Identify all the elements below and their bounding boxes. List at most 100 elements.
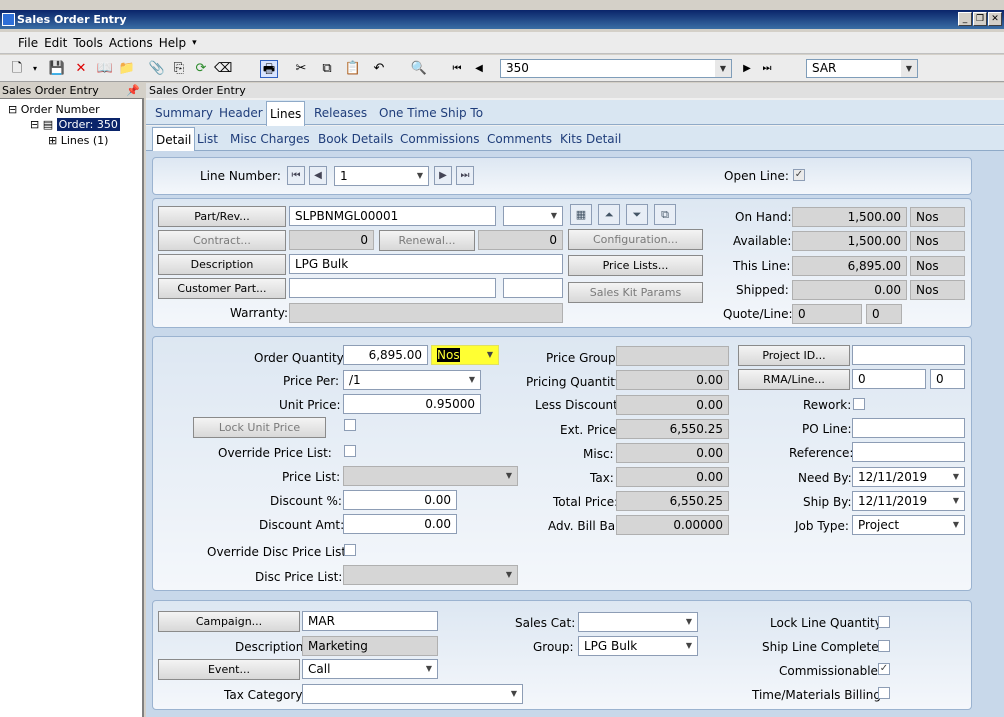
last-line-icon[interactable]: ⏭ — [456, 166, 474, 185]
next-record-icon[interactable]: ▶ — [738, 60, 756, 78]
tab-summary[interactable]: Summary — [155, 101, 213, 125]
tree-node-order[interactable]: ⊟ ▤ Order: 350 — [30, 118, 120, 131]
chevron-down-icon[interactable]: ▼ — [502, 567, 516, 583]
upload-icon[interactable]: ⏶ — [598, 204, 620, 225]
customer-part-field[interactable] — [289, 278, 496, 298]
tab-commissions[interactable]: Commissions — [400, 127, 479, 151]
next-line-icon[interactable]: ▶ — [434, 166, 452, 185]
project-id-button[interactable]: Project ID... — [738, 345, 850, 366]
price-per-combo[interactable]: /1 ▼ — [343, 370, 481, 390]
tab-one-time-ship-to[interactable]: One Time Ship To — [379, 101, 483, 125]
customer-part-button[interactable]: Customer Part... — [158, 278, 286, 299]
prev-record-icon[interactable]: ◀ — [470, 60, 488, 78]
price-lists-button[interactable]: Price Lists... — [568, 255, 703, 276]
download-icon[interactable]: ⏷ — [626, 204, 648, 225]
menu-actions[interactable]: Actions — [109, 36, 153, 50]
folder-icon[interactable]: 📁 — [118, 60, 136, 78]
group-combo[interactable]: LPG Bulk ▼ — [578, 636, 698, 656]
renewal-button[interactable]: Renewal... — [379, 230, 475, 251]
tab-releases[interactable]: Releases — [314, 101, 367, 125]
lock-line-quantity-checkbox[interactable] — [878, 616, 890, 628]
project-id-field[interactable] — [852, 345, 965, 365]
menu-file[interactable]: File — [18, 36, 38, 50]
prev-line-icon[interactable]: ◀ — [309, 166, 327, 185]
contract-button[interactable]: Contract... — [158, 230, 286, 251]
tab-misc-charges[interactable]: Misc Charges — [230, 127, 310, 151]
binoculars-icon[interactable]: 🔍 — [410, 60, 428, 78]
description-button[interactable]: Description — [158, 254, 286, 275]
commissionable-checkbox[interactable]: ✓ — [878, 663, 890, 675]
sales-cat-combo[interactable]: ▼ — [578, 612, 698, 632]
chevron-down-icon[interactable]: ▼ — [949, 517, 963, 533]
delete-icon[interactable]: ✕ — [72, 60, 90, 78]
warranty-field[interactable] — [289, 303, 563, 323]
cut-icon[interactable]: ✂ — [292, 60, 310, 78]
po-line-field[interactable] — [852, 418, 965, 438]
copy-icon[interactable]: ⧉ — [318, 60, 336, 78]
restore-button[interactable]: ❐ — [973, 12, 987, 26]
lock-unit-price-checkbox[interactable] — [344, 419, 356, 431]
first-record-icon[interactable]: ⏮ — [448, 60, 466, 78]
rma-field[interactable]: 0 — [852, 369, 926, 389]
tab-header[interactable]: Header — [219, 101, 263, 125]
copy-doc-icon[interactable]: ⎘ — [170, 60, 188, 78]
undo-icon[interactable]: ↶ — [370, 60, 388, 78]
print-icon[interactable]: 🖶 — [260, 60, 278, 78]
last-record-icon[interactable]: ⏭ — [758, 60, 776, 78]
customer-part-rev-field[interactable] — [503, 278, 563, 298]
tab-list[interactable]: List — [197, 127, 218, 151]
first-line-icon[interactable]: ⏮ — [287, 166, 305, 185]
refresh-icon[interactable]: ⟳ — [192, 60, 210, 78]
tab-lines[interactable]: Lines — [266, 101, 306, 126]
lock-unit-price-button[interactable]: Lock Unit Price — [193, 417, 326, 438]
book-icon[interactable]: 📖 — [96, 60, 114, 78]
chevron-down-icon[interactable]: ▼ — [949, 493, 963, 509]
menu-tools[interactable]: Tools — [73, 36, 103, 50]
tab-book-details[interactable]: Book Details — [318, 127, 393, 151]
menu-overflow-icon[interactable]: ▾ — [192, 38, 197, 48]
tab-kits-detail[interactable]: Kits Detail — [560, 127, 621, 151]
chevron-down-icon[interactable]: ▼ — [465, 372, 479, 388]
part-rev-button[interactable]: Part/Rev... — [158, 206, 286, 227]
tab-comments[interactable]: Comments — [487, 127, 552, 151]
tree-node-lines[interactable]: ⊞ Lines (1) — [48, 134, 108, 147]
chevron-down-icon[interactable]: ▼ — [483, 347, 497, 363]
order-quantity-field[interactable]: 6,895.00 — [343, 345, 428, 365]
chevron-down-icon[interactable]: ▼ — [507, 686, 521, 702]
part-number-field[interactable]: SLPBNMGL00001 — [289, 206, 496, 226]
minimize-button[interactable]: _ — [958, 12, 972, 26]
paste-icon[interactable]: 📋 — [344, 60, 362, 78]
reference-field[interactable] — [852, 442, 965, 462]
chevron-down-icon[interactable]: ▼ — [949, 469, 963, 485]
new-icon[interactable]: 🗋 — [8, 60, 26, 78]
need-by-field[interactable]: 12/11/2019 ▼ — [852, 467, 965, 487]
price-list-combo[interactable]: ▼ — [343, 466, 518, 486]
configuration-button[interactable]: Configuration... — [568, 229, 703, 250]
override-price-list-checkbox[interactable] — [344, 445, 356, 457]
pin-icon[interactable]: 📌 — [126, 83, 140, 99]
chevron-down-icon[interactable]: ▼ — [422, 661, 436, 677]
time-materials-billing-checkbox[interactable] — [878, 687, 890, 699]
tree-root-order-number[interactable]: ⊟ Order Number — [8, 103, 100, 116]
chevron-down-icon[interactable]: ▼ — [413, 168, 427, 184]
eraser-icon[interactable]: ⌫ — [214, 60, 232, 78]
chevron-down-icon[interactable]: ▼ — [547, 208, 561, 224]
menu-help[interactable]: Help — [159, 36, 186, 50]
contract-field[interactable]: 0 — [289, 230, 374, 250]
chevron-down-icon[interactable]: ▼ — [901, 60, 917, 77]
tab-detail[interactable]: Detail — [152, 127, 196, 152]
campaign-field[interactable]: MAR — [302, 611, 438, 631]
rma-line-button[interactable]: RMA/Line... — [738, 369, 850, 390]
override-disc-price-list-checkbox[interactable] — [344, 544, 356, 556]
chevron-down-icon[interactable]: ▼ — [682, 614, 696, 630]
attach-icon[interactable]: 📎 — [148, 60, 166, 78]
line-number-combo[interactable]: 1 ▼ — [334, 166, 429, 186]
part-image-icon[interactable]: ▦ — [570, 204, 592, 225]
chevron-down-icon[interactable]: ▼ — [502, 468, 516, 484]
rework-checkbox[interactable] — [853, 398, 865, 410]
new-dropdown-icon[interactable]: ▾ — [26, 60, 44, 78]
campaign-button[interactable]: Campaign... — [158, 611, 300, 632]
order-uom-combo[interactable]: Nos ▼ — [431, 345, 499, 365]
sales-kit-params-button[interactable]: Sales Kit Params — [568, 282, 703, 303]
unit-price-field[interactable]: 0.95000 — [343, 394, 481, 414]
